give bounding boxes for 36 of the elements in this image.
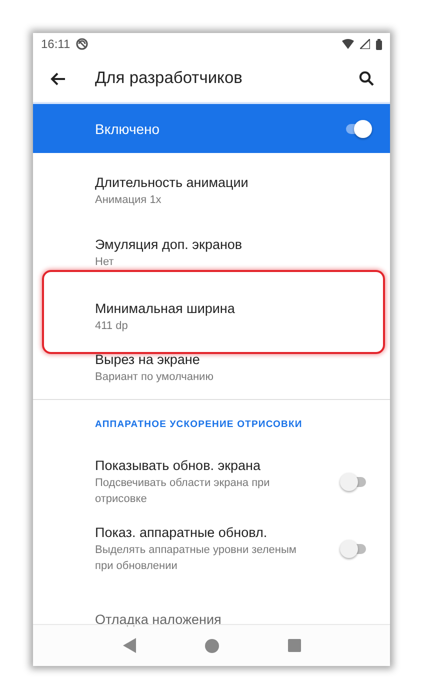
settings-item[interactable]: Показ. аппаратные обновл. Выделять аппаратные уровни зеленым при обновлении [33, 515, 390, 582]
item-summary: Нет [95, 255, 115, 270]
item-title: Вырез на экране [95, 351, 201, 368]
battery-icon [376, 38, 382, 50]
toggle-switch[interactable] [340, 540, 368, 558]
item-title: Показывать обнов. экрана [95, 456, 262, 474]
master-switch-bar[interactable]: Включено [33, 104, 390, 153]
item-summary: 411 dp [95, 318, 129, 334]
recents-square-icon[interactable] [288, 639, 300, 652]
toggle-switch[interactable] [344, 120, 372, 138]
notification-icon [76, 38, 88, 50]
back-arrow-icon[interactable] [50, 72, 66, 86]
item-summary: Вариант по умолчанию [95, 370, 214, 385]
item-title: Минимальная ширина [95, 300, 236, 316]
back-triangle-icon[interactable] [122, 638, 136, 653]
item-summary: Выделять аппаратные уровни зеленым при обновлении [95, 542, 298, 574]
settings-item[interactable]: Минимальная ширина 411 dp [44, 285, 383, 348]
item-title: Показ. аппаратные обновл. [95, 524, 268, 540]
section-header: АППАРАТНОЕ УСКОРЕНИЕ ОТРИСОВКИ [95, 418, 302, 430]
search-icon[interactable] [359, 71, 374, 86]
item-summary: Подсвечивать области экрана при отрисовке [95, 476, 271, 506]
home-circle-icon[interactable] [204, 638, 218, 652]
status-time: 16:11 [41, 37, 70, 51]
wifi-icon [342, 39, 354, 49]
item-title: Эмуляция доп. экранов [95, 236, 244, 253]
item-summary: Анимация 1x [95, 192, 162, 208]
screen-title: Для разработчиков [95, 69, 244, 88]
toggle-switch[interactable] [340, 472, 368, 490]
settings-item[interactable]: Показывать обнов. экрана Подсвечивать области экрана при отрисовке [33, 448, 390, 515]
settings-item[interactable]: Длительность анимации Анимация 1x [33, 159, 390, 222]
item-title: Длительность анимации [95, 174, 250, 190]
settings-item[interactable]: Вырез на экране Вариант по умолчанию [33, 354, 390, 399]
master-switch-label: Включено [95, 120, 161, 136]
settings-item[interactable]: Эмуляция доп. экранов Нет [33, 222, 390, 270]
signal-icon [360, 39, 370, 49]
item-title: Отладка наложения [95, 611, 222, 628]
